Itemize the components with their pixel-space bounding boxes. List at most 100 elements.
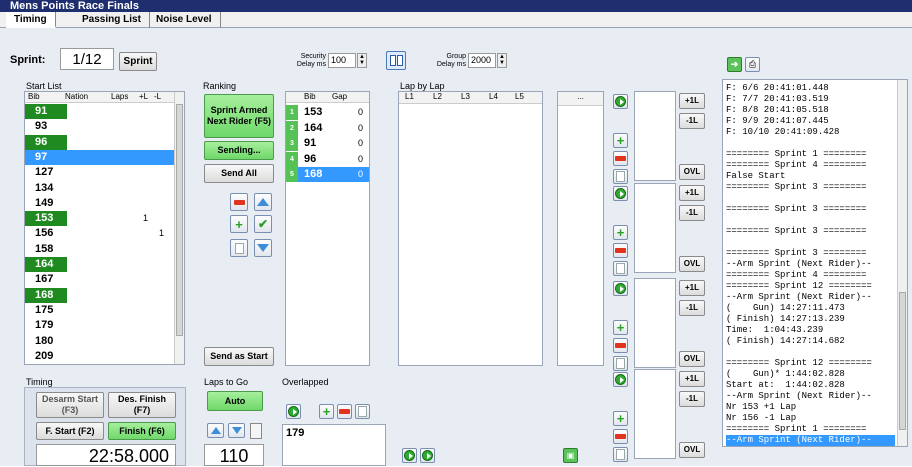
- start-list-row[interactable]: 175: [25, 303, 175, 318]
- desarm-start-button[interactable]: Desarm Start (F3): [36, 392, 104, 418]
- start-list-row[interactable]: 153 1: [25, 211, 175, 227]
- security-delay-spinner[interactable]: ▲ ▼: [357, 53, 367, 68]
- group-delay-input[interactable]: 2000: [468, 53, 496, 68]
- start-list-row[interactable]: 91: [25, 104, 175, 119]
- lap-group-add-icon[interactable]: +: [613, 320, 628, 335]
- start-list-row[interactable]: 167: [25, 272, 175, 287]
- lap-group-go-icon[interactable]: [613, 372, 628, 387]
- check-icon[interactable]: ✔: [254, 215, 272, 233]
- start-list-row[interactable]: 93: [25, 119, 175, 134]
- lap-group-add-icon[interactable]: +: [613, 411, 628, 426]
- lap-group-document-icon[interactable]: [613, 447, 628, 462]
- start-list-row[interactable]: 97: [25, 149, 175, 165]
- group-delay-spinner[interactable]: ▲ ▼: [497, 53, 507, 68]
- overlapped-item[interactable]: 179: [286, 427, 304, 439]
- plus-one-lap-button[interactable]: +1L: [679, 280, 705, 296]
- start-list-row[interactable]: 168: [25, 287, 175, 303]
- tab-passing-list[interactable]: Passing List: [74, 12, 150, 28]
- sprint-value[interactable]: 1/12: [60, 48, 114, 70]
- overlapped-document-icon[interactable]: [355, 404, 370, 419]
- bib-cell: 180: [35, 334, 54, 347]
- columns-view-icon[interactable]: [386, 51, 406, 70]
- sprint-armed-button[interactable]: Sprint Armed Next Rider (F5): [204, 94, 274, 138]
- send-all-button[interactable]: Send All: [204, 164, 274, 183]
- plus-one-lap-button[interactable]: +1L: [679, 185, 705, 201]
- lap-group-document-icon[interactable]: [613, 169, 628, 184]
- log-panel: F: 6/6 20:41:01.448 F: 7/7 20:41:03.519 F:…: [722, 79, 908, 447]
- overlapped-add-icon[interactable]: +: [319, 404, 334, 419]
- send-as-start-button[interactable]: Send as Start: [204, 347, 274, 366]
- lap-group-list[interactable]: [634, 369, 676, 459]
- f-start-button[interactable]: F. Start (F2): [36, 422, 104, 440]
- security-delay-input[interactable]: 100: [328, 53, 356, 68]
- minus-one-lap-button[interactable]: -1L: [679, 391, 705, 407]
- ranking-row[interactable]: 4 96 0: [286, 151, 369, 167]
- lap-group-remove-icon[interactable]: [613, 151, 628, 166]
- ranking-row[interactable]: 1 153 0: [286, 105, 369, 120]
- lap-group-document-icon[interactable]: [613, 261, 628, 276]
- lap-group-list[interactable]: [634, 278, 676, 368]
- import-arrow-icon[interactable]: ➜: [727, 57, 742, 72]
- start-list-row[interactable]: 134: [25, 181, 175, 196]
- lap-group-list[interactable]: [634, 91, 676, 181]
- start-list-row[interactable]: 96: [25, 134, 175, 150]
- lap-group-remove-icon[interactable]: [613, 429, 628, 444]
- lap-group-add-icon[interactable]: +: [613, 133, 628, 148]
- lap-group-go-icon[interactable]: [613, 94, 628, 109]
- log-scrollbar[interactable]: [897, 80, 907, 446]
- overlapped-go-icon[interactable]: [286, 404, 301, 419]
- next-icon[interactable]: [420, 448, 435, 463]
- start-list-row[interactable]: 209: [25, 349, 175, 364]
- start-list-row[interactable]: 158: [25, 242, 175, 257]
- lap-group-remove-icon[interactable]: [613, 338, 628, 353]
- overlapped-list[interactable]: 179: [282, 424, 386, 466]
- overlapped-remove-icon[interactable]: [337, 404, 352, 419]
- laps-toggle[interactable]: [250, 423, 262, 439]
- start-list-row[interactable]: 164: [25, 257, 175, 272]
- tab-timing[interactable]: Timing: [6, 12, 56, 28]
- laps-down-icon[interactable]: [228, 423, 245, 438]
- finish-button[interactable]: Finish (F6): [108, 422, 176, 440]
- prev-icon[interactable]: [402, 448, 417, 463]
- document-icon[interactable]: [230, 239, 248, 257]
- minus-one-lap-button[interactable]: -1L: [679, 300, 705, 316]
- lap-group-document-icon[interactable]: [613, 356, 628, 371]
- lap-group-remove-icon[interactable]: [613, 243, 628, 258]
- remove-icon[interactable]: [230, 193, 248, 211]
- plus-one-lap-button[interactable]: +1L: [679, 93, 705, 109]
- printer-icon[interactable]: ⎙: [745, 57, 760, 72]
- log-line: ======== Sprint 3 ========: [726, 248, 867, 258]
- start-list-row[interactable]: 180: [25, 334, 175, 349]
- ovl-button[interactable]: OVL: [679, 164, 705, 180]
- minus-one-lap-button[interactable]: -1L: [679, 205, 705, 221]
- lap-group-add-icon[interactable]: +: [613, 225, 628, 240]
- start-list-row[interactable]: 127: [25, 165, 175, 180]
- lap-group-go-icon[interactable]: [613, 281, 628, 296]
- move-down-icon[interactable]: [254, 239, 272, 257]
- ranking-row[interactable]: 3 91 0: [286, 136, 369, 152]
- start-list-row[interactable]: 149: [25, 196, 175, 211]
- des-finish-button[interactable]: Des. Finish (F7): [108, 392, 176, 418]
- sending-button[interactable]: Sending...: [204, 141, 274, 160]
- ranking-row[interactable]: 2 164 0: [286, 120, 369, 136]
- ovl-button[interactable]: OVL: [679, 256, 705, 272]
- lap-group-go-icon[interactable]: [613, 186, 628, 201]
- auto-button[interactable]: Auto: [207, 391, 263, 411]
- move-up-icon[interactable]: [254, 193, 272, 211]
- ovl-button[interactable]: OVL: [679, 351, 705, 367]
- ranking-row[interactable]: 5 168 0: [286, 167, 369, 183]
- minus-one-lap-button[interactable]: -1L: [679, 113, 705, 129]
- start-list-row[interactable]: 156 1: [25, 226, 175, 241]
- lap-group-list[interactable]: [634, 183, 676, 273]
- more-laps-button[interactable]: ...: [558, 92, 603, 106]
- ovl-button[interactable]: OVL: [679, 442, 705, 458]
- add-icon[interactable]: +: [230, 215, 248, 233]
- sprint-button[interactable]: Sprint: [119, 52, 157, 71]
- laps-up-icon[interactable]: [207, 423, 224, 438]
- start-list-scrollbar[interactable]: [174, 92, 184, 364]
- tab-noise-level[interactable]: Noise Level: [148, 12, 221, 28]
- rider-icon[interactable]: ▣: [563, 448, 578, 463]
- plus-one-lap-button[interactable]: +1L: [679, 371, 705, 387]
- start-list-row[interactable]: 179: [25, 318, 175, 333]
